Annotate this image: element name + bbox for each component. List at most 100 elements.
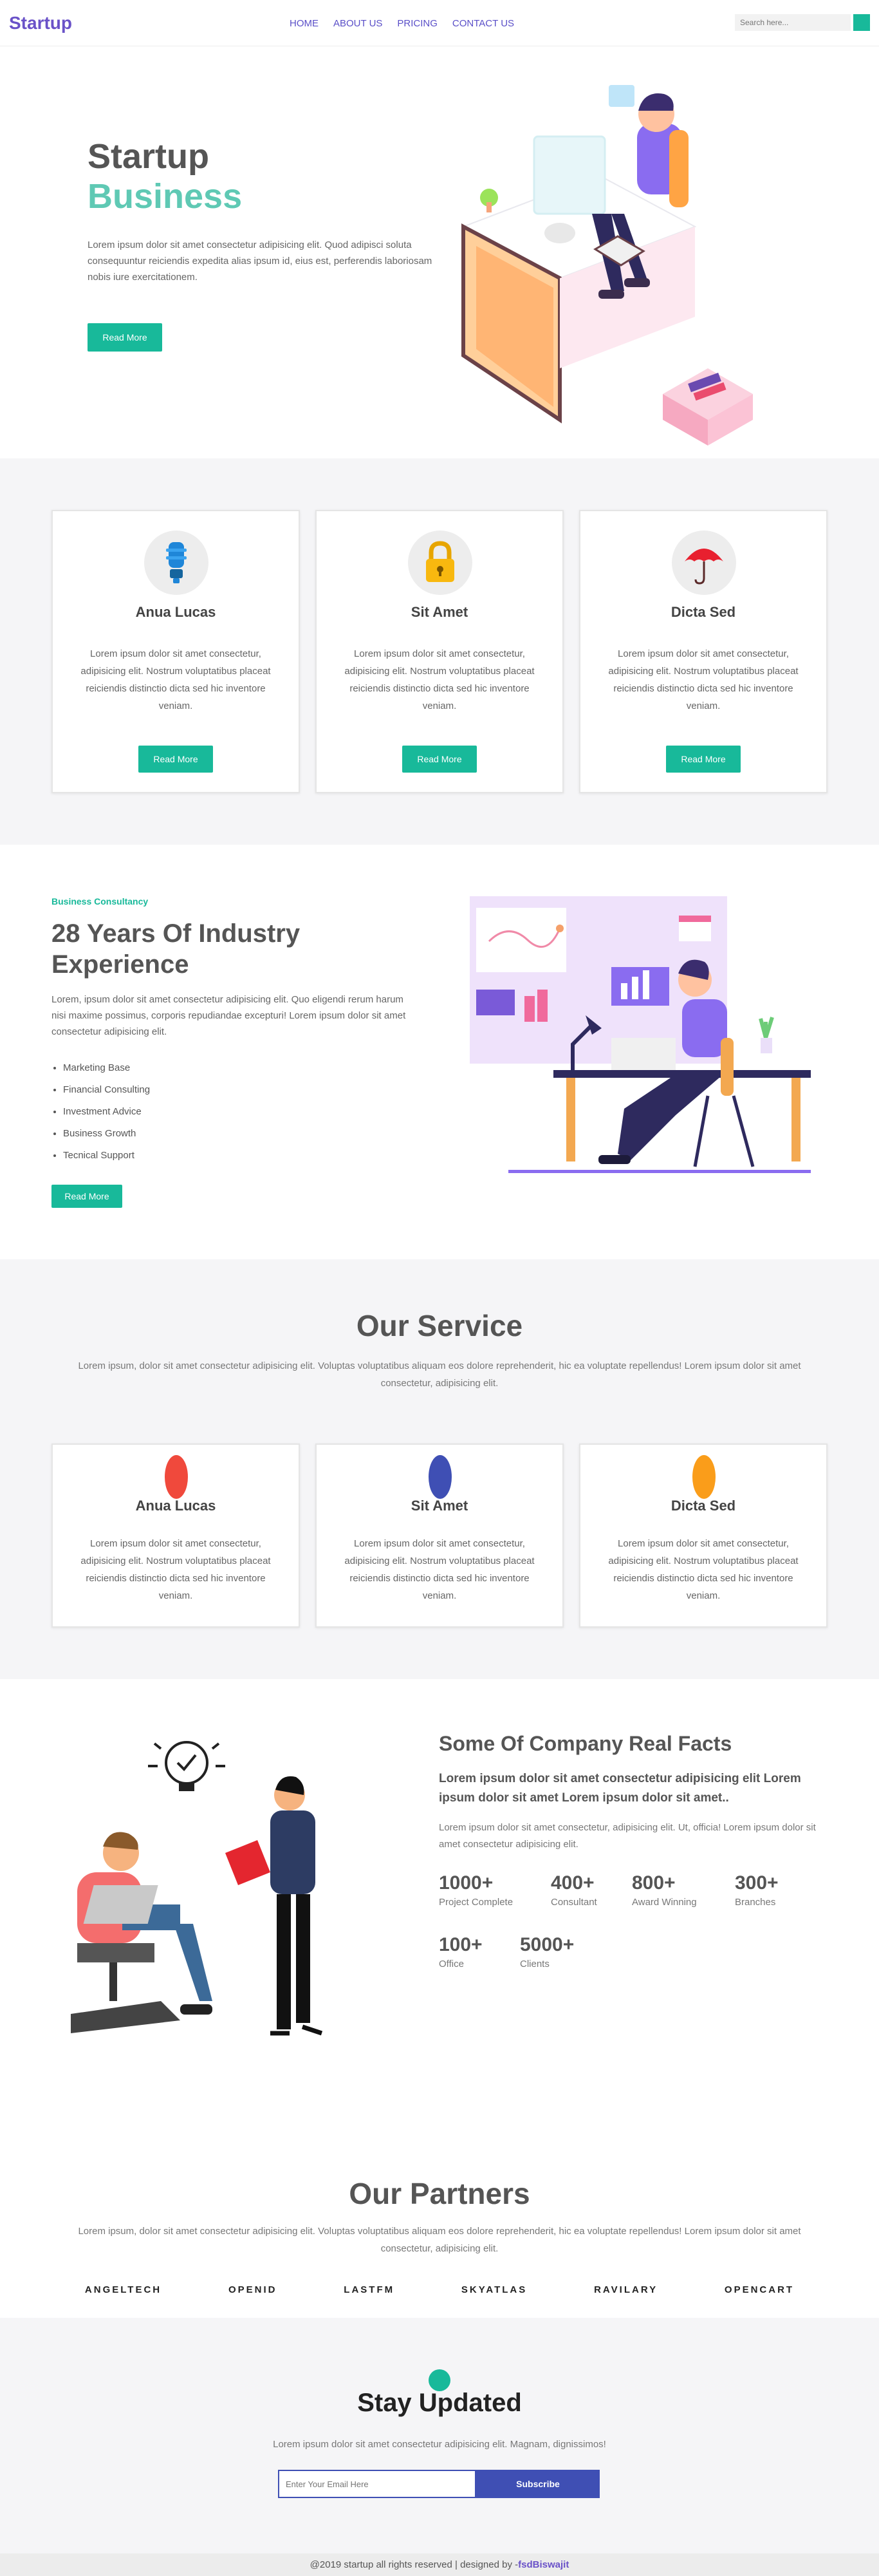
facts-title: Some Of Company Real Facts [439, 1732, 732, 1755]
partner-logo[interactable]: OPENCART [725, 2284, 794, 2295]
hero-read-more-button[interactable]: Read More [88, 323, 162, 352]
service-title: Anua Lucas [135, 1498, 216, 1514]
newsletter-title: Stay Updated [357, 2389, 522, 2417]
service-oval-icon [165, 1455, 188, 1499]
nav-menu: HOME ABOUT US PRICING CONTACT US [290, 18, 514, 29]
stat-value: 1000+ [439, 1872, 494, 1894]
feature-read-more-button[interactable]: Read More [402, 746, 477, 773]
service-title: Dicta Sed [671, 1498, 736, 1514]
designer-link[interactable]: fsdBiswajit [518, 2559, 569, 2570]
service-text: Lorem ipsum dolor sit amet consectetur, … [344, 1538, 535, 1601]
feature-read-more-button[interactable]: Read More [666, 746, 741, 773]
about-section: Business Consultancy 28 Years Of Industr… [0, 845, 879, 1259]
section-tag: Business Consultancy [51, 896, 149, 907]
list-item: Marketing Base [63, 1057, 150, 1079]
subscribe-button[interactable]: Subscribe [476, 2470, 600, 2498]
facts-section: Some Of Company Real Facts Lorem ipsum d… [0, 1679, 879, 2091]
umbrella-icon [672, 531, 736, 595]
stat-value: 400+ [551, 1872, 595, 1894]
hero-description: Lorem ipsum dolor sit amet consectetur a… [88, 240, 432, 283]
about-title: 28 Years Of Industry Experience [51, 919, 301, 979]
hero-title-accent: Business [88, 177, 243, 216]
partners-section: Our Partners Lorem ipsum, dolor sit amet… [0, 2091, 879, 2318]
email-field[interactable] [278, 2470, 476, 2498]
stat-item: 5000+ Clients [520, 1934, 574, 1970]
service-oval-icon [692, 1455, 716, 1499]
stat-value: 100+ [439, 1934, 483, 1955]
list-item: Business Growth [63, 1123, 150, 1145]
feature-title: Sit Amet [411, 604, 468, 620]
features-section: Anua Lucas Lorem ipsum dolor sit amet co… [0, 458, 879, 845]
workspace-illustration [470, 896, 811, 1173]
hero-section: Startup Business Lorem ipsum dolor sit a… [0, 46, 879, 458]
feature-card: Anua Lucas Lorem ipsum dolor sit amet co… [51, 510, 300, 793]
feature-card: Sit Amet Lorem ipsum dolor sit amet cons… [315, 510, 564, 793]
section-title: Our Service [356, 1309, 523, 1342]
list-item: Tecnical Support [63, 1145, 150, 1167]
list-item: Investment Advice [63, 1101, 150, 1123]
feature-title: Anua Lucas [135, 604, 216, 620]
nav-item-contact-us[interactable]: CONTACT US [452, 18, 514, 29]
feature-text: Lorem ipsum dolor sit amet consectetur, … [344, 648, 535, 711]
section-subtitle: Lorem ipsum, dolor sit amet consectetur … [78, 1360, 801, 1389]
partner-logo[interactable]: LASTFM [344, 2284, 394, 2295]
stat-item: 400+ Consultant [551, 1872, 597, 1908]
partner-logo[interactable]: SKYATLAS [461, 2284, 527, 2295]
nav-item-pricing[interactable]: PRICING [397, 18, 438, 29]
search-input[interactable] [735, 14, 851, 31]
services-list: Marketing Base Financial Consulting Inve… [63, 1057, 150, 1167]
search-button[interactable] [853, 14, 870, 31]
stat-label: Office [439, 1959, 464, 1970]
facts-description: Lorem ipsum dolor sit amet consectetur, … [439, 1822, 816, 1850]
stat-value: 300+ [735, 1872, 779, 1894]
list-item: Financial Consulting [63, 1079, 150, 1101]
stat-label: Award Winning [632, 1897, 697, 1908]
hero-title: Startup [88, 137, 209, 176]
stat-item: 300+ Branches [735, 1872, 779, 1908]
copyright-text: @2019 startup all rights reserved | desi… [310, 2559, 519, 2570]
partner-logo[interactable]: RAVILARY [594, 2284, 658, 2295]
services-section: Our Service Lorem ipsum, dolor sit amet … [0, 1259, 879, 1679]
partner-logos: ANGELTECH OPENID LASTFM SKYATLAS RAVILAR… [51, 2284, 828, 2295]
stat-label: Consultant [551, 1897, 597, 1908]
stat-item: 1000+ Project Complete [439, 1872, 513, 1908]
lightbulb-icon [144, 531, 208, 595]
service-text: Lorem ipsum dolor sit amet consectetur, … [608, 1538, 799, 1601]
newsletter-section: Stay Updated Lorem ipsum dolor sit amet … [0, 2318, 879, 2553]
stat-value: 5000+ [520, 1934, 575, 1955]
lock-icon [408, 531, 472, 595]
dot-icon [429, 2369, 450, 2391]
stat-label: Clients [520, 1959, 550, 1970]
section-title: Our Partners [349, 2177, 530, 2210]
service-text: Lorem ipsum dolor sit amet consectetur, … [80, 1538, 271, 1601]
feature-title: Dicta Sed [671, 604, 736, 620]
service-card: Anua Lucas Lorem ipsum dolor sit amet co… [51, 1443, 300, 1628]
navbar: Startup HOME ABOUT US PRICING CONTACT US [0, 0, 879, 46]
feature-card: Dicta Sed Lorem ipsum dolor sit amet con… [579, 510, 828, 793]
nav-item-about-us[interactable]: ABOUT US [333, 18, 382, 29]
feature-text: Lorem ipsum dolor sit amet consectetur, … [608, 648, 799, 711]
team-illustration [71, 1741, 323, 2036]
stat-item: 100+ Office [439, 1934, 483, 1970]
brand-logo[interactable]: Startup [9, 13, 72, 33]
stat-label: Branches [735, 1897, 776, 1908]
stat-label: Project Complete [439, 1897, 514, 1908]
about-description: Lorem, ipsum dolor sit amet consectetur … [51, 994, 406, 1037]
partner-logo[interactable]: ANGELTECH [85, 2284, 162, 2295]
newsletter-text: Lorem ipsum dolor sit amet consectetur a… [273, 2439, 606, 2450]
service-card: Sit Amet Lorem ipsum dolor sit amet cons… [315, 1443, 564, 1628]
facts-lead: Lorem ipsum dolor sit amet consectetur a… [439, 1772, 801, 1805]
footer: @2019 startup all rights reserved | desi… [0, 2553, 879, 2576]
office-desk-illustration [461, 85, 753, 446]
service-oval-icon [429, 1455, 452, 1499]
stat-value: 800+ [632, 1872, 676, 1894]
section-subtitle: Lorem ipsum, dolor sit amet consectetur … [78, 2226, 801, 2254]
nav-item-home[interactable]: HOME [290, 18, 319, 29]
feature-text: Lorem ipsum dolor sit amet consectetur, … [80, 648, 271, 711]
feature-read-more-button[interactable]: Read More [138, 746, 213, 773]
about-read-more-button[interactable]: Read More [51, 1185, 122, 1208]
service-card: Dicta Sed Lorem ipsum dolor sit amet con… [579, 1443, 828, 1628]
partner-logo[interactable]: OPENID [228, 2284, 277, 2295]
stat-item: 800+ Award Winning [632, 1872, 697, 1908]
service-title: Sit Amet [411, 1498, 468, 1514]
